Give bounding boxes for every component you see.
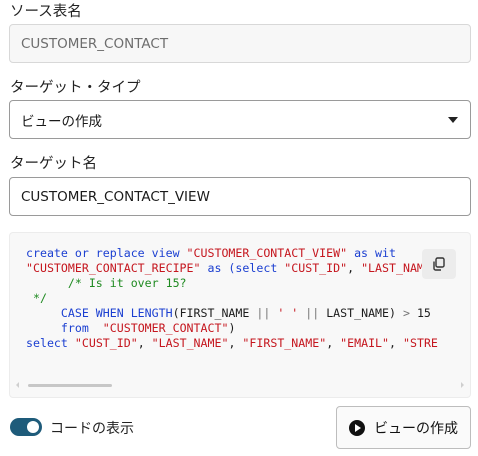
copy-code-button[interactable]	[422, 249, 456, 279]
code-token: "CUSTOMER_CONTACT_VIEW"	[186, 246, 348, 260]
target-name-value: CUSTOMER_CONTACT_VIEW	[21, 188, 210, 205]
code-token: "CUSTOMER_CONTACT_RECIPE"	[26, 261, 201, 275]
code-token: as (select	[200, 261, 285, 275]
code-token: "CUST_ID"	[74, 336, 138, 350]
target-name-input[interactable]: CUSTOMER_CONTACT_VIEW	[9, 177, 471, 216]
code-token: "EMAIL"	[340, 336, 390, 350]
source-table-value: CUSTOMER_CONTACT	[21, 35, 169, 52]
create-view-label: ビューの作成	[374, 420, 458, 437]
code-token: create or replace view	[26, 246, 187, 260]
target-type-label: ターゲット・タイプ	[10, 80, 141, 96]
caret-down-icon	[448, 116, 458, 123]
code-token: )	[228, 321, 236, 335]
show-code-toggle[interactable]	[10, 418, 42, 436]
show-code-label: コードの表示	[50, 421, 134, 437]
code-token: ,	[347, 261, 362, 275]
code-token: "STRE	[403, 336, 438, 350]
code-token: "CUST_ID"	[284, 261, 348, 275]
code-token: ,	[228, 336, 243, 350]
target-type-select[interactable]: ビューの作成	[9, 100, 471, 139]
source-table-field: CUSTOMER_CONTACT	[9, 24, 471, 63]
scroll-right-arrow-icon[interactable]	[461, 382, 464, 388]
code-token: CASE WHEN LENGTH	[60, 306, 173, 320]
code-token: as wit	[347, 246, 396, 260]
code-token: (FIRST_NAME	[172, 306, 257, 320]
code-token: 15	[409, 306, 431, 320]
code-token: "LAST_NAME"	[151, 336, 229, 350]
code-text: create or replace view "CUSTOMER_CONTACT…	[26, 246, 438, 351]
code-token: LAST_NAME)	[319, 306, 403, 320]
code-token: >	[402, 306, 410, 320]
code-comment: /* Is it over 15?	[26, 276, 187, 290]
toggle-knob	[27, 421, 39, 433]
code-token: ||	[305, 306, 320, 320]
code-token: ,	[326, 336, 341, 350]
code-token: select	[26, 336, 75, 350]
code-token: ,	[137, 336, 152, 350]
code-comment: */	[26, 291, 47, 305]
source-table-label: ソース表名	[10, 4, 82, 20]
code-token: "CUSTOMER_CONTACT"	[102, 321, 229, 335]
code-token: ||	[256, 306, 271, 320]
copy-icon	[433, 257, 445, 271]
target-name-label: ターゲット名	[10, 156, 97, 172]
code-token: ,	[389, 336, 403, 350]
create-view-button[interactable]: ビューの作成	[336, 406, 471, 449]
code-token: from	[60, 321, 89, 335]
play-circle-icon	[349, 419, 365, 436]
code-token: "FIRST_NAME"	[242, 336, 327, 350]
code-token: ' '	[277, 306, 299, 320]
scroll-left-arrow-icon[interactable]	[16, 382, 19, 388]
horizontal-scrollbar[interactable]	[16, 382, 464, 389]
code-preview[interactable]: create or replace view "CUSTOMER_CONTACT…	[9, 232, 471, 398]
target-type-value: ビューの作成	[21, 113, 102, 130]
scroll-thumb[interactable]	[28, 384, 112, 387]
